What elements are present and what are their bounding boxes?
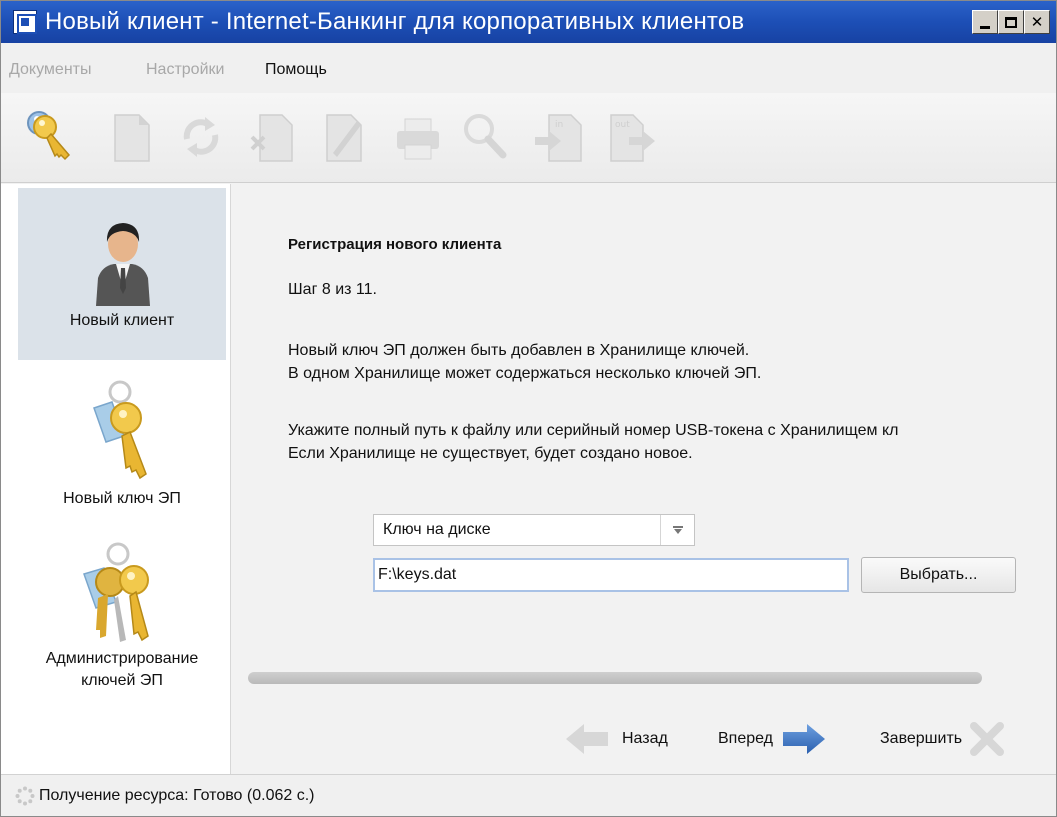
close-x-icon: [970, 722, 1005, 756]
maximize-button[interactable]: [998, 10, 1024, 34]
menu-help[interactable]: Помощь: [265, 61, 327, 79]
key-path-input[interactable]: F:\keys.dat: [373, 558, 849, 592]
wizard-step: Шаг 8 из 11.: [288, 281, 377, 298]
print-icon[interactable]: [391, 107, 447, 167]
choose-button[interactable]: Выбрать...: [861, 557, 1016, 593]
next-button[interactable]: Вперед: [718, 719, 827, 759]
sidebar-item-label: Новый ключ ЭП: [63, 490, 181, 507]
sidebar-item-new-client[interactable]: Новый клиент: [18, 188, 226, 360]
sidebar-item-key-admin[interactable]: Администрирование ключей ЭП: [18, 534, 226, 694]
export-out-icon[interactable]: out: [605, 107, 661, 167]
status-bar: Получение ресурса: Готово (0.062 с.): [1, 774, 1056, 816]
arrow-right-icon: [783, 724, 826, 754]
toolbar: in out: [1, 93, 1056, 183]
sidebar-item-label: Новый клиент: [69, 312, 175, 329]
arrow-left-icon: [566, 724, 608, 754]
import-label: in: [555, 120, 563, 130]
info-text-line1: Новый ключ ЭП должен быть добавлен в Хра…: [288, 342, 750, 359]
status-text: Получение ресурса: Готово (0.062 с.): [39, 787, 315, 804]
wizard-heading: Регистрация нового клиента: [288, 236, 502, 253]
storage-type-select[interactable]: Ключ на диске: [373, 514, 695, 546]
wizard-progress-bar: [248, 672, 982, 684]
next-label: Вперед: [718, 730, 774, 747]
import-in-icon[interactable]: in: [531, 107, 587, 167]
hint-text-line1: Укажите полный путь к файлу или серийный…: [288, 422, 899, 439]
application-window: Новый клиент - Internet-Банкинг для корп…: [0, 0, 1057, 817]
app-icon: [13, 10, 37, 34]
sidebar-item-label-line2: ключей ЭП: [81, 672, 163, 689]
document-icon[interactable]: [105, 107, 161, 167]
menu-documents[interactable]: Документы: [9, 61, 91, 79]
window-title: Новый клиент - Internet-Банкинг для корп…: [45, 8, 745, 35]
close-icon: ✕: [1030, 13, 1044, 31]
refresh-icon[interactable]: [173, 107, 229, 167]
close-button[interactable]: ✕: [1024, 10, 1050, 34]
keys-bunch-icon: [83, 542, 149, 642]
finish-button[interactable]: Завершить: [880, 719, 1005, 759]
minimize-icon: [980, 25, 990, 29]
back-label: Назад: [622, 730, 668, 747]
storage-type-value: Ключ на диске: [383, 521, 491, 538]
loading-spinner-icon: [15, 786, 35, 806]
window-controls: ✕: [972, 10, 1050, 34]
back-button[interactable]: Назад: [564, 719, 668, 759]
info-text-line2: В одном Хранилище может содержаться неск…: [288, 365, 762, 382]
key-icon: [93, 380, 147, 480]
export-label: out: [615, 120, 630, 130]
finish-label: Завершить: [880, 730, 963, 747]
menu-settings[interactable]: Настройки: [146, 61, 224, 79]
sidebar: Новый клиент Новый ключ ЭП Администриров…: [1, 184, 231, 774]
title-bar[interactable]: Новый клиент - Internet-Банкинг для корп…: [1, 1, 1056, 43]
sidebar-item-label-line1: Администрирование: [45, 650, 199, 667]
menu-bar: Документы Настройки Помощь: [1, 43, 1056, 93]
delete-document-icon[interactable]: [246, 107, 302, 167]
dropdown-arrow-icon[interactable]: [660, 515, 694, 545]
edit-document-icon[interactable]: [317, 107, 373, 167]
wizard-panel: Регистрация нового клиента Шаг 8 из 11. …: [232, 184, 1056, 774]
search-icon[interactable]: [457, 107, 513, 167]
sidebar-item-new-key[interactable]: Новый ключ ЭП: [18, 370, 226, 520]
maximize-icon: [1005, 16, 1017, 28]
hint-text-line2: Если Хранилище не существует, будет созд…: [288, 445, 693, 462]
user-icon: [96, 223, 150, 306]
keys-icon[interactable]: [23, 107, 79, 167]
minimize-button[interactable]: [972, 10, 998, 34]
